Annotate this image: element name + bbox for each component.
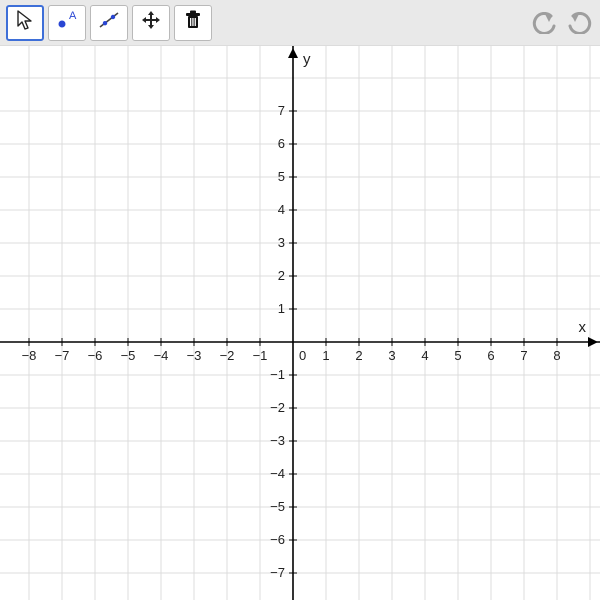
svg-text:5: 5 bbox=[278, 169, 285, 184]
line-tool[interactable] bbox=[90, 5, 128, 41]
line-icon bbox=[97, 9, 121, 36]
svg-text:6: 6 bbox=[278, 136, 285, 151]
y-axis-label: y bbox=[303, 51, 311, 68]
svg-text:−3: −3 bbox=[187, 348, 202, 363]
svg-text:−4: −4 bbox=[270, 466, 285, 481]
svg-text:1: 1 bbox=[278, 301, 285, 316]
toolbar: A bbox=[0, 0, 600, 46]
svg-text:3: 3 bbox=[278, 235, 285, 250]
point-icon: A bbox=[55, 9, 79, 36]
svg-text:−6: −6 bbox=[270, 532, 285, 547]
svg-text:−2: −2 bbox=[220, 348, 235, 363]
svg-text:−3: −3 bbox=[270, 433, 285, 448]
svg-text:5: 5 bbox=[454, 348, 461, 363]
svg-text:−7: −7 bbox=[270, 565, 285, 580]
svg-text:−5: −5 bbox=[121, 348, 136, 363]
x-axis-label: x bbox=[579, 319, 587, 336]
svg-text:−7: −7 bbox=[55, 348, 70, 363]
svg-text:4: 4 bbox=[278, 202, 285, 217]
svg-text:3: 3 bbox=[388, 348, 395, 363]
coordinate-plane: −8 −7 −6 −5 −4 −3 −2 −1 0 1 2 3 4 5 6 7 8 −7 −6 −5 −4 −3 −2 −1 1… bbox=[0, 46, 600, 600]
svg-text:−1: −1 bbox=[270, 367, 285, 382]
svg-text:−2: −2 bbox=[270, 400, 285, 415]
undo-icon bbox=[532, 12, 558, 34]
delete-tool[interactable] bbox=[174, 5, 212, 41]
svg-text:−4: −4 bbox=[154, 348, 169, 363]
move-tool[interactable] bbox=[6, 5, 44, 41]
svg-text:2: 2 bbox=[278, 268, 285, 283]
graph-canvas[interactable]: −8 −7 −6 −5 −4 −3 −2 −1 0 1 2 3 4 5 6 7 8 −7 −6 −5 −4 −3 −2 −1 1… bbox=[0, 46, 600, 600]
svg-text:A: A bbox=[69, 10, 77, 22]
pan-icon bbox=[140, 9, 162, 36]
svg-text:7: 7 bbox=[520, 348, 527, 363]
trash-icon bbox=[183, 9, 203, 36]
svg-text:0: 0 bbox=[299, 348, 306, 363]
cursor-icon bbox=[15, 9, 35, 36]
redo-icon bbox=[566, 12, 592, 34]
svg-text:2: 2 bbox=[355, 348, 362, 363]
pan-tool[interactable] bbox=[132, 5, 170, 41]
svg-text:1: 1 bbox=[322, 348, 329, 363]
svg-text:−6: −6 bbox=[88, 348, 103, 363]
svg-text:8: 8 bbox=[553, 348, 560, 363]
svg-text:−5: −5 bbox=[270, 499, 285, 514]
svg-text:7: 7 bbox=[278, 103, 285, 118]
undo-button[interactable] bbox=[530, 8, 560, 38]
svg-text:6: 6 bbox=[487, 348, 494, 363]
svg-text:4: 4 bbox=[421, 348, 428, 363]
svg-text:−1: −1 bbox=[253, 348, 268, 363]
svg-text:−8: −8 bbox=[22, 348, 37, 363]
point-tool[interactable]: A bbox=[48, 5, 86, 41]
redo-button[interactable] bbox=[564, 8, 594, 38]
